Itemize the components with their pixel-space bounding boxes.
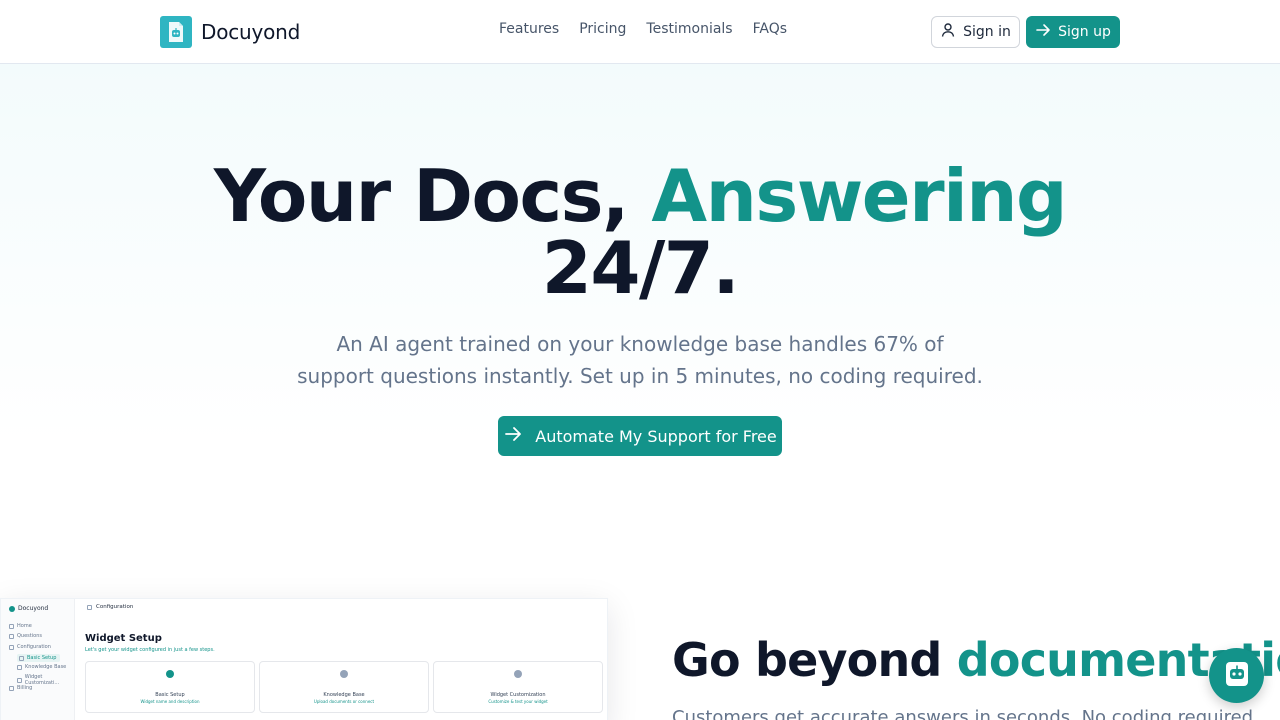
preview-sidebar: Docuyond Home Questions Configuration Ba… [1, 599, 75, 720]
sidebar-toggle-icon [87, 604, 92, 610]
preview-nav-label: Home [17, 623, 32, 629]
hero-subtitle-line2: support questions instantly. Set up in 5… [297, 364, 983, 388]
main-nav: Features Pricing Testimonials FAQs [499, 21, 787, 37]
brand[interactable]: Docuyond [160, 16, 300, 48]
chat-widget-launcher-button[interactable] [1209, 648, 1264, 703]
preview-nav-label: Knowledge Base [25, 664, 67, 670]
palette-icon [17, 677, 22, 683]
preview-card-title: Widget Customization [490, 692, 546, 698]
preview-header-label: Configuration [96, 604, 134, 610]
home-icon [9, 623, 14, 629]
step-indicator-icon [340, 670, 348, 678]
hero-title-part2: 24/7. [541, 226, 740, 310]
preview-step-card: Knowledge Base Upload documents or conne… [259, 661, 429, 713]
preview-card-sub: Customize & test your widget [488, 699, 548, 704]
sign-up-label: Sign up [1058, 24, 1111, 40]
preview-nav-label: Questions [17, 633, 42, 639]
nav-link-pricing[interactable]: Pricing [579, 21, 626, 37]
preview-description: Let's get your widget configured in just… [85, 647, 215, 653]
app-preview-screenshot: Docuyond Home Questions Configuration Ba… [0, 598, 608, 720]
preview-nav-configuration: Configuration [9, 644, 51, 650]
section-subtitle: Customers get accurate answers in second… [672, 707, 1259, 720]
hero-subtitle: An AI agent trained on your knowledge ba… [290, 328, 990, 392]
nav-link-faqs[interactable]: FAQs [753, 21, 787, 37]
step-indicator-icon [166, 670, 174, 678]
hero-title: Your Docs, Answering 24/7. [0, 160, 1280, 304]
preview-nav-questions: Questions [9, 633, 42, 639]
section-title: Go beyond documentation [672, 630, 1280, 690]
section-title-part1: Go beyond [672, 633, 957, 687]
settings-icon [19, 655, 24, 661]
step-indicator-icon [514, 670, 522, 678]
preview-nav-label: Billing [17, 685, 33, 691]
preview-logo-icon [9, 605, 15, 612]
preview-step-card: Widget Customization Customize & test yo… [433, 661, 603, 713]
preview-nav-knowledge-base: Knowledge Base [17, 664, 66, 670]
preview-nav-label: Configuration [17, 644, 51, 650]
arrow-right-icon [503, 424, 523, 448]
doc-bot-logo-icon [160, 16, 192, 48]
preview-nav-basic-setup: Basic Setup [17, 654, 61, 662]
nav-link-features[interactable]: Features [499, 21, 559, 37]
book-icon [17, 664, 22, 670]
automate-support-cta-button[interactable]: Automate My Support for Free [498, 416, 782, 456]
sign-in-button[interactable]: Sign in [931, 16, 1020, 48]
questions-icon [9, 633, 14, 639]
top-navbar: Docuyond Features Pricing Testimonials F… [0, 0, 1280, 64]
preview-title: Widget Setup [85, 633, 162, 644]
preview-brand: Docuyond [9, 605, 48, 612]
preview-brand-name: Docuyond [18, 605, 49, 612]
nav-link-testimonials[interactable]: Testimonials [646, 21, 732, 37]
preview-header: Configuration [87, 604, 133, 610]
preview-step-card: Basic Setup Widget name and description [85, 661, 255, 713]
brand-name: Docuyond [201, 20, 301, 44]
sign-up-button[interactable]: Sign up [1026, 16, 1120, 48]
gear-icon [9, 644, 14, 650]
preview-card-sub: Widget name and description [140, 699, 200, 704]
sign-in-label: Sign in [963, 24, 1011, 40]
user-icon [940, 22, 956, 42]
preview-nav-label: Basic Setup [27, 655, 57, 661]
preview-nav-billing: Billing [9, 685, 32, 691]
hero-subtitle-line1: An AI agent trained on your knowledge ba… [336, 332, 944, 356]
arrow-right-icon [1035, 22, 1051, 42]
preview-card-sub: Upload documents or connect [313, 699, 375, 704]
preview-nav-home: Home [9, 623, 32, 629]
cta-label: Automate My Support for Free [535, 426, 777, 446]
card-icon [9, 685, 14, 691]
preview-card-title: Knowledge Base [323, 692, 365, 698]
bot-icon [1222, 659, 1252, 693]
preview-card-title: Basic Setup [155, 692, 185, 698]
